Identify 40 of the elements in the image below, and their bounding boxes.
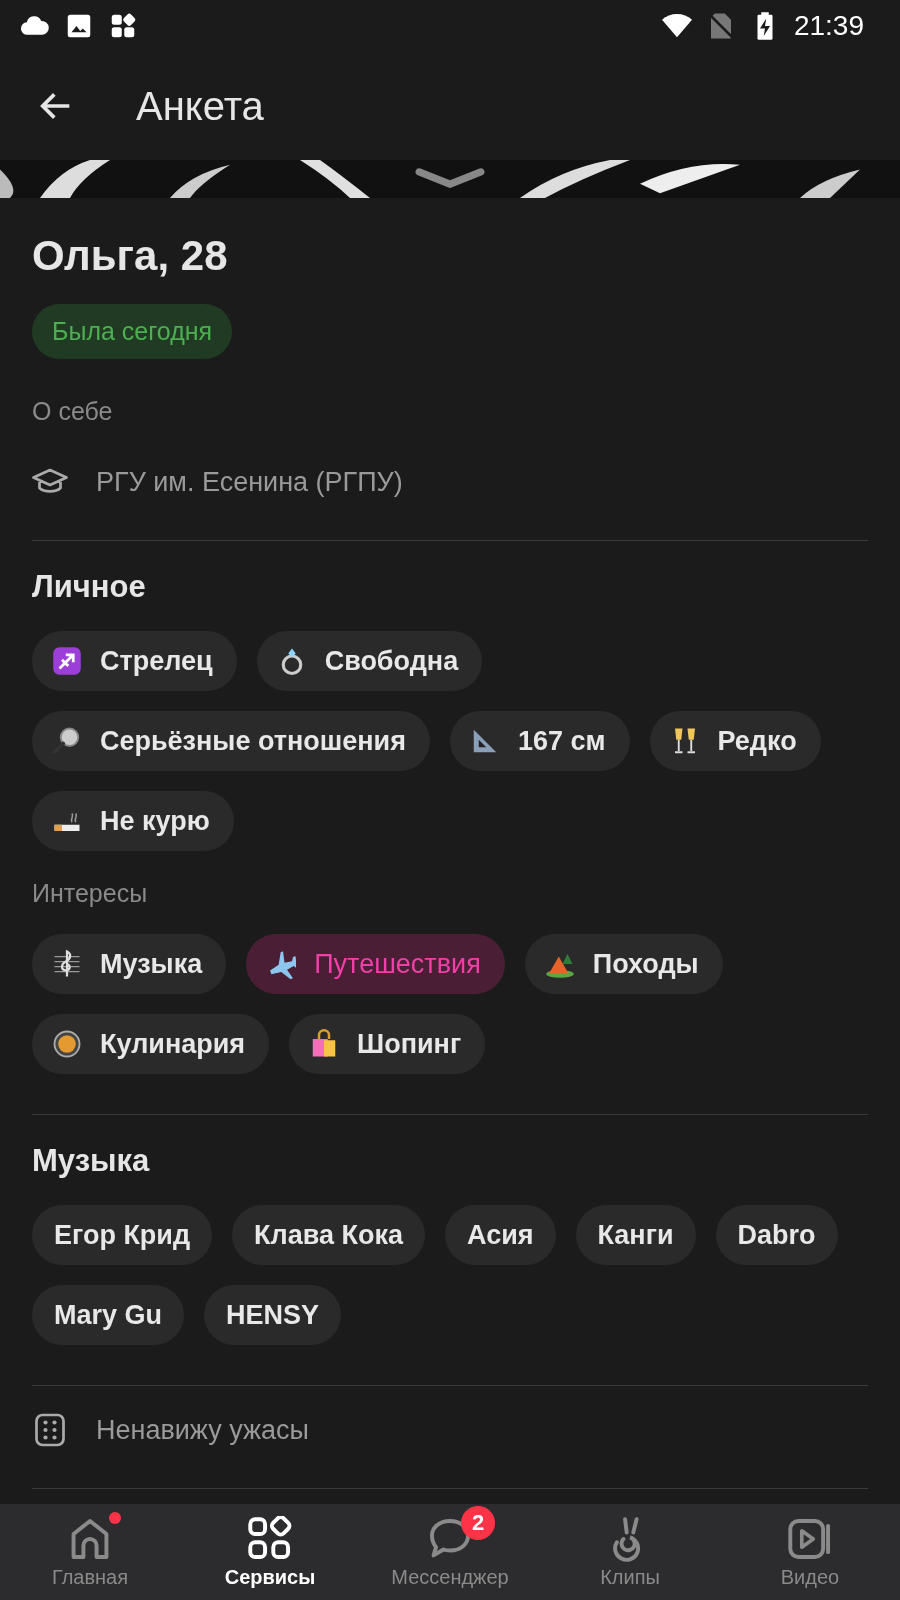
section-title: Личное (32, 569, 147, 605)
artist-chip: Dabro (715, 1205, 838, 1265)
clock-time: 21:39 (793, 10, 864, 42)
interest-chip[interactable]: Кулинария (32, 1014, 270, 1074)
note-text: Ненавижу ужасы (96, 1414, 310, 1446)
profile-name: Ольга, 28 (32, 232, 229, 280)
interest-chip[interactable]: Походы (524, 934, 723, 994)
section-label: Интересы (32, 879, 149, 908)
nav-tab[interactable]: Главная (5, 1509, 175, 1595)
education-text: РГУ им. Есенина (РГПУ) (96, 466, 403, 498)
services-icon (247, 1515, 293, 1562)
interest-chip[interactable]: Музыка (32, 934, 227, 994)
artist-chip: Клава Кока (232, 1205, 426, 1265)
nav-tab[interactable]: Клипы (545, 1509, 715, 1595)
artist-chip: Асия (445, 1205, 556, 1265)
sagittarius-icon (52, 646, 82, 676)
music-staff-icon (52, 949, 82, 979)
magnifier-icon (52, 726, 82, 756)
artist-chip: Mary Gu (32, 1285, 185, 1345)
nav-tab[interactable]: Видео (725, 1509, 895, 1595)
section-title: Музыка (32, 1143, 151, 1179)
tag-chip: Стрелец (32, 631, 237, 691)
tag-chip: Серьёзные отношения (32, 711, 430, 771)
interest-chip[interactable]: Шопинг (289, 1014, 486, 1074)
dice-icon (32, 1412, 68, 1448)
chevron-down-icon (414, 166, 486, 188)
artist-chip: Егор Крид (32, 1205, 213, 1265)
nav-tab[interactable]: Сервисы (185, 1509, 355, 1595)
unread-count-badge: 2 (461, 1505, 495, 1540)
artist-chip: HENSY (204, 1285, 342, 1345)
tag-chip: 167 см (449, 711, 630, 771)
online-status-badge: Была сегодня (32, 304, 233, 359)
pan-icon (52, 1029, 82, 1059)
about-label: О себе (32, 397, 114, 426)
tag-chip: Не курю (32, 791, 234, 851)
tag-chip: Редко (649, 711, 821, 771)
tag-chip: Свободна (256, 631, 483, 691)
interest-chip[interactable]: Путешествия (246, 934, 505, 994)
artist-chip: Канги (575, 1205, 696, 1265)
screen-title: Анкета (136, 83, 264, 129)
